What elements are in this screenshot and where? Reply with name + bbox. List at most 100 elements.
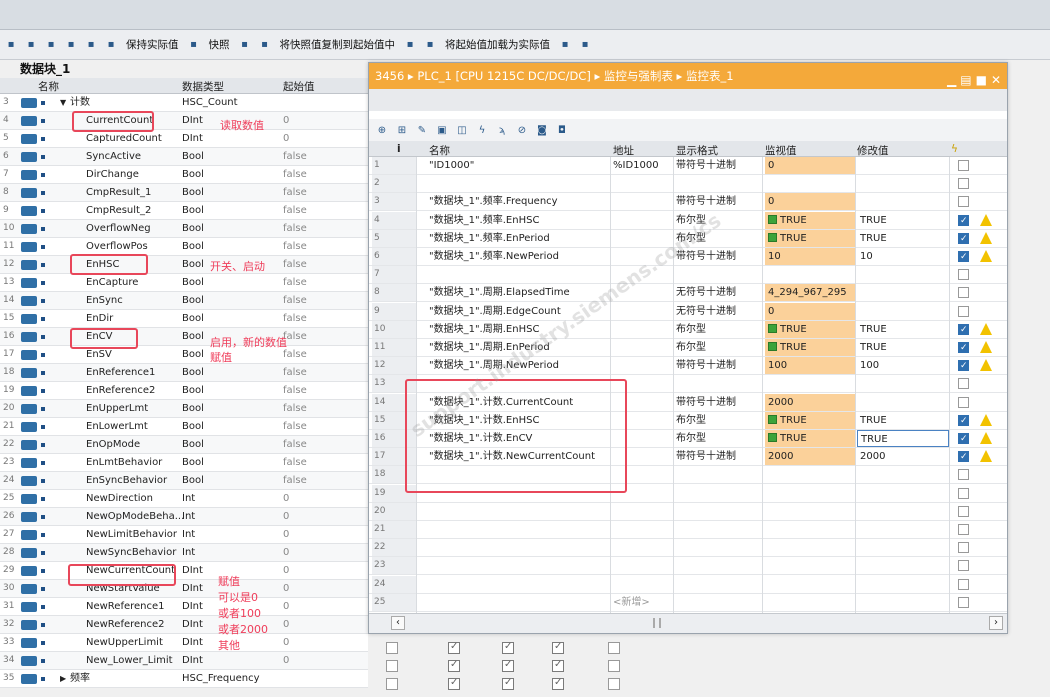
db-row[interactable]: 19 EnReference2 Bool false xyxy=(0,382,368,400)
scroll-thumb[interactable] xyxy=(653,618,661,628)
monitor-row[interactable]: 21 xyxy=(369,521,1007,539)
modify-checkbox[interactable] xyxy=(958,487,969,499)
db-row[interactable]: 31 NewReference1 DInt 0 xyxy=(0,598,368,616)
db-row[interactable]: 33 NewUpperLimit DInt 0 xyxy=(0,634,368,652)
modify-value[interactable]: TRUE xyxy=(857,339,949,356)
insert-row-icon[interactable]: ⊕ xyxy=(375,123,389,137)
db-row[interactable]: 15 EnDir Bool false xyxy=(0,310,368,328)
modify-value[interactable] xyxy=(857,303,949,320)
modify-checkbox[interactable] xyxy=(958,578,969,590)
monitor-row[interactable]: 22 xyxy=(369,539,1007,558)
setting-checkbox[interactable] xyxy=(608,660,620,672)
db-row[interactable]: 21 EnLowerLmt Bool false xyxy=(0,418,368,436)
modify-checkbox[interactable] xyxy=(958,322,969,339)
expand-icon[interactable]: ▶ xyxy=(60,670,66,687)
modify-checkbox[interactable] xyxy=(958,431,969,448)
copy-icon[interactable]: ▪ xyxy=(238,38,252,52)
list-icon[interactable]: ▪ xyxy=(84,38,98,52)
watch-format[interactable]: 带符号十进制 xyxy=(676,394,736,411)
modify-checkbox[interactable] xyxy=(958,178,969,190)
db-row[interactable]: 12 EnHSC Bool false xyxy=(0,256,368,274)
modify-checkbox[interactable] xyxy=(958,505,969,517)
add-row-icon[interactable]: ▪ xyxy=(24,38,38,52)
modify-value[interactable]: TRUE xyxy=(857,430,949,447)
scroll-right-icon[interactable]: › xyxy=(989,616,1003,630)
modify-icon[interactable]: ✎ xyxy=(415,123,429,137)
db-row[interactable]: 29 NewCurrentCount DInt 0 xyxy=(0,562,368,580)
monitor-row[interactable]: 10 "数据块_1".周期.EnHSC 布尔型 TRUE TRUE xyxy=(369,320,1007,339)
modify-checkbox[interactable] xyxy=(958,524,969,535)
db-row[interactable]: 13 EnCapture Bool false xyxy=(0,274,368,292)
setting-checkbox[interactable] xyxy=(386,678,398,690)
monitor-row[interactable]: 23 xyxy=(369,557,1007,576)
watch-format[interactable]: 布尔型 xyxy=(676,430,706,447)
watch-format[interactable]: 带符号十进制 xyxy=(676,193,736,210)
load-icon[interactable]: ▪ xyxy=(403,38,417,52)
db-row[interactable]: 34 New_Lower_Limit DInt 0 xyxy=(0,652,368,670)
modify-checkbox[interactable] xyxy=(958,413,969,430)
monitor-row[interactable]: 3 "数据块_1".频率.Frequency 带符号十进制 0 xyxy=(369,193,1007,212)
extra2-icon[interactable]: ▪ xyxy=(578,38,592,52)
collapse-icon[interactable]: ▪ xyxy=(64,38,78,52)
db-row[interactable]: 23 EnLmtBehavior Bool false xyxy=(0,454,368,472)
modify-checkbox[interactable] xyxy=(958,269,969,281)
setting-checkbox[interactable] xyxy=(502,641,514,654)
modify-checkbox[interactable] xyxy=(958,213,969,230)
toolbar-label[interactable]: 将起始值加载为实际值 xyxy=(445,37,550,52)
glasses-icon[interactable]: ◙ xyxy=(535,123,549,137)
db-row[interactable]: 18 EnReference1 Bool false xyxy=(0,364,368,382)
modify-value[interactable] xyxy=(857,394,949,411)
setting-checkbox[interactable] xyxy=(502,677,514,690)
expand-icon[interactable]: ▼ xyxy=(60,94,66,111)
monitor-row[interactable]: 1 "ID1000" %ID1000 带符号十进制 0 xyxy=(369,157,1007,175)
watch-format[interactable]: 布尔型 xyxy=(676,339,706,356)
modify-value[interactable] xyxy=(857,284,949,301)
setting-checkbox[interactable] xyxy=(608,642,620,654)
modify-checkbox[interactable] xyxy=(958,449,969,466)
setting-checkbox[interactable] xyxy=(502,659,514,672)
watch-format[interactable]: 带符号十进制 xyxy=(676,448,736,465)
modify-checkbox[interactable] xyxy=(958,231,969,248)
monitor-row[interactable]: 11 "数据块_1".周期.EnPeriod 布尔型 TRUE TRUE xyxy=(369,339,1007,357)
db-row[interactable]: 8 CmpResult_1 Bool false xyxy=(0,184,368,202)
snapshot-icon[interactable]: ▪ xyxy=(187,38,201,52)
db-row[interactable]: 32 NewReference2 DInt 0 xyxy=(0,616,368,634)
toolbar-label[interactable]: 将快照值复制到起始值中 xyxy=(280,37,396,52)
watch-format[interactable]: 带符号十进制 xyxy=(676,157,736,174)
copy2-icon[interactable]: ▪ xyxy=(258,38,272,52)
modify-checkbox[interactable] xyxy=(958,287,969,299)
modify-checkbox[interactable] xyxy=(958,340,969,357)
setting-checkbox[interactable] xyxy=(608,678,620,690)
modify-checkbox[interactable] xyxy=(958,358,969,375)
db-row[interactable]: 25 NewDirection Int 0 xyxy=(0,490,368,508)
toolbar-label[interactable]: 快照 xyxy=(209,37,230,52)
add-new-placeholder[interactable]: <新增> xyxy=(613,594,650,611)
setting-checkbox[interactable] xyxy=(448,641,460,654)
db-row[interactable]: 24 EnSyncBehavior Bool false xyxy=(0,472,368,490)
monitor-row[interactable]: 24 xyxy=(369,575,1007,594)
monitor-row[interactable]: 9 "数据块_1".周期.EdgeCount 无符号十进制 0 xyxy=(369,302,1007,321)
db-row[interactable]: 27 NewLimitBehavior Int 0 xyxy=(0,526,368,544)
extra-icon[interactable]: ▪ xyxy=(558,38,572,52)
unforce-icon[interactable]: ⊘ xyxy=(515,123,529,137)
db-row[interactable]: 30 NewStartValue DInt 0 xyxy=(0,580,368,598)
monitor-once-icon[interactable]: ◫ xyxy=(455,123,469,137)
setting-checkbox[interactable] xyxy=(448,659,460,672)
db-row[interactable]: 20 EnUpperLmt Bool false xyxy=(0,400,368,418)
modify-checkbox[interactable] xyxy=(958,378,969,390)
modify-value[interactable]: 100 xyxy=(857,357,949,374)
db-row[interactable]: 22 EnOpMode Bool false xyxy=(0,436,368,454)
modify-checkbox[interactable] xyxy=(958,160,969,171)
insert-row-icon[interactable]: ▪ xyxy=(4,38,18,52)
watch-format[interactable]: 带符号十进制 xyxy=(676,357,736,374)
force-icon[interactable]: ϟ xyxy=(475,123,489,137)
modify-checkbox[interactable] xyxy=(958,469,969,481)
force2-icon[interactable]: ϡ xyxy=(495,123,509,137)
db-row[interactable]: 26 NewOpModeBeha... Int 0 xyxy=(0,508,368,526)
modify-value[interactable] xyxy=(857,193,949,210)
monitor-row[interactable]: 2 xyxy=(369,175,1007,194)
db-row[interactable]: 6 SyncActive Bool false xyxy=(0,148,368,166)
toolbar-label[interactable]: 保持实际值 xyxy=(126,37,179,52)
horizontal-scrollbar[interactable]: ‹ › xyxy=(369,613,1007,633)
modify-value[interactable]: TRUE xyxy=(857,212,949,229)
